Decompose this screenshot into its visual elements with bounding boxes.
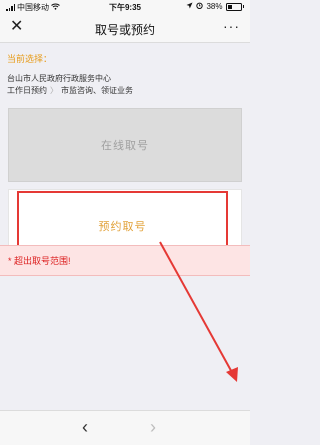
annotation-arrow bbox=[159, 241, 238, 382]
chevron-left-icon[interactable]: ‹ bbox=[82, 417, 88, 438]
chevron-right-icon[interactable]: › bbox=[150, 417, 156, 438]
bottom-toolbar: ‹ › bbox=[0, 410, 250, 445]
